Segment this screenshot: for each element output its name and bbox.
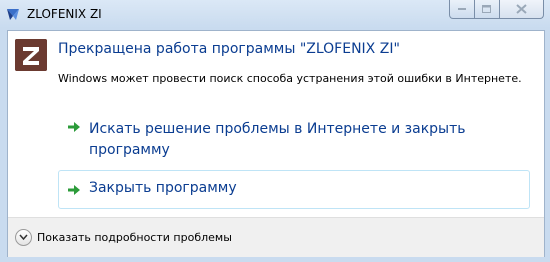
close-program-option[interactable]: Закрыть программу <box>58 170 530 209</box>
dialog-body: Прекращена работа программы "ZLOFENIX ZI… <box>7 30 545 257</box>
green-arrow-icon <box>68 185 80 195</box>
search-solution-option[interactable]: Искать решение проблемы в Интернете и за… <box>58 113 530 165</box>
maximize-button[interactable] <box>475 0 500 19</box>
error-dialog-window: ZLOFENIX ZI Прекращена работа программы … <box>0 0 550 262</box>
chevron-down-icon <box>19 234 28 241</box>
dialog-footer: Показать подробности проблемы <box>8 217 544 257</box>
close-button[interactable] <box>500 0 544 19</box>
green-arrow-icon <box>68 122 80 132</box>
window-title: ZLOFENIX ZI <box>27 7 102 21</box>
show-details-label[interactable]: Показать подробности проблемы <box>37 231 232 244</box>
dialog-heading: Прекращена работа программы "ZLOFENIX ZI… <box>58 41 400 57</box>
close-program-label: Закрыть программу <box>89 180 237 196</box>
close-icon <box>516 4 527 14</box>
app-small-icon <box>7 9 19 20</box>
dialog-description: Windows может провести поиск способа уст… <box>58 72 522 85</box>
z-logo-icon <box>15 39 47 71</box>
caption-buttons <box>449 0 544 19</box>
show-details-button[interactable] <box>15 229 32 246</box>
minimize-icon <box>457 8 466 10</box>
maximize-icon <box>482 4 491 13</box>
minimize-button[interactable] <box>449 0 475 19</box>
title-bar[interactable]: ZLOFENIX ZI <box>0 0 550 30</box>
search-solution-label: Искать решение проблемы в Интернете и за… <box>89 121 466 158</box>
